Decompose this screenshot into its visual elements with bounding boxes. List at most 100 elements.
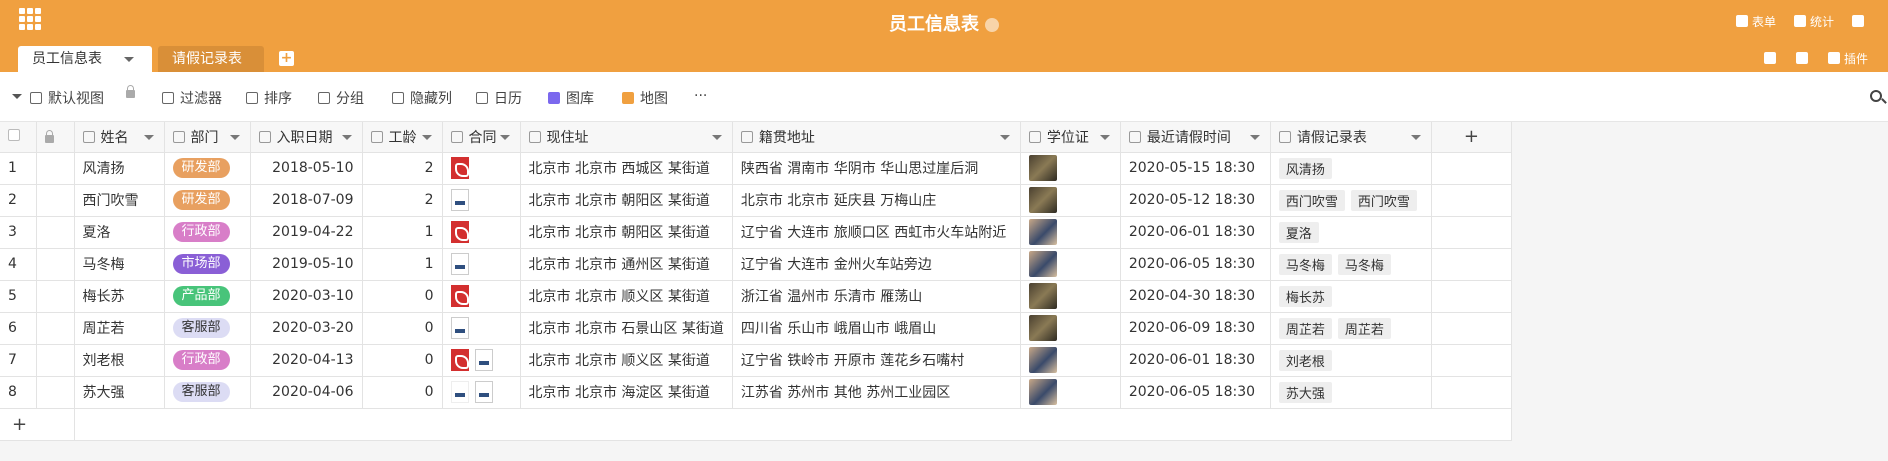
degree-cell[interactable] xyxy=(1020,376,1121,409)
address-cell[interactable]: 北京市 北京市 海淀区 某街道 xyxy=(520,376,733,409)
degree-cell[interactable] xyxy=(1020,312,1121,345)
chevron-down-icon[interactable] xyxy=(999,135,1010,140)
linked-record-chip[interactable]: 西门吹雪 xyxy=(1350,189,1417,211)
chevron-down-icon[interactable] xyxy=(229,135,240,140)
linked-record-chip[interactable]: 周芷若 xyxy=(1337,317,1391,339)
dept-cell[interactable]: 行政部 xyxy=(164,216,251,249)
sort-button[interactable]: 排序 xyxy=(246,88,292,108)
doc-file-icon[interactable] xyxy=(450,253,469,275)
origin-cell[interactable]: 北京市 北京市 延庆县 万梅山庄 xyxy=(732,184,1021,217)
degree-image-thumbnail[interactable] xyxy=(1028,251,1057,277)
leave-time-cell[interactable]: 2020-06-09 18:30 xyxy=(1120,312,1271,345)
leave-time-cell[interactable]: 2020-04-30 18:30 xyxy=(1120,280,1271,313)
chevron-down-icon[interactable] xyxy=(341,135,352,140)
table-row[interactable]: 7 刘老根 行政部 2020-04-13 0 北京市 北京市 顺义区 某街道 辽宁省 铁岭市… xyxy=(0,344,1512,377)
more-button[interactable]: ··· xyxy=(694,88,707,104)
select-all-checkbox[interactable] xyxy=(8,128,20,141)
leave-time-cell[interactable]: 2020-06-05 18:30 xyxy=(1120,376,1271,409)
address-cell[interactable]: 北京市 北京市 西城区 某街道 xyxy=(520,152,733,185)
linked-record-chip[interactable]: 风清扬 xyxy=(1278,157,1332,179)
contract-cell[interactable] xyxy=(442,280,521,313)
row-number-cell[interactable]: 5 xyxy=(0,280,37,313)
leave-records-cell[interactable]: 夏洛 xyxy=(1270,216,1432,249)
doc-file-icon[interactable] xyxy=(450,317,469,339)
degree-cell[interactable] xyxy=(1020,184,1121,217)
chevron-down-icon[interactable] xyxy=(1099,135,1110,140)
leave-time-cell[interactable]: 2020-06-01 18:30 xyxy=(1120,344,1271,377)
join-date-cell[interactable]: 2020-03-20 xyxy=(250,312,363,345)
join-date-cell[interactable]: 2020-04-06 xyxy=(250,376,363,409)
dept-cell[interactable]: 客服部 xyxy=(164,376,251,409)
leave-records-cell[interactable]: 西门吹雪 西门吹雪 xyxy=(1270,184,1432,217)
leave-time-cell[interactable]: 2020-05-12 18:30 xyxy=(1120,184,1271,217)
name-cell[interactable]: 马冬梅 xyxy=(74,248,165,281)
name-cell[interactable]: 梅长苏 xyxy=(74,280,165,313)
search-icon[interactable] xyxy=(1870,90,1882,102)
hide-columns-button[interactable]: 隐藏列 xyxy=(392,88,452,108)
origin-cell[interactable]: 辽宁省 铁岭市 开原市 莲花乡石嘴村 xyxy=(732,344,1021,377)
address-cell[interactable]: 北京市 北京市 顺义区 某街道 xyxy=(520,344,733,377)
leave-records-cell[interactable]: 马冬梅 马冬梅 xyxy=(1270,248,1432,281)
col-header-years[interactable]: 工龄 xyxy=(362,122,443,153)
dept-cell[interactable]: 研发部 xyxy=(164,184,251,217)
join-date-cell[interactable]: 2018-07-09 xyxy=(250,184,363,217)
filter-button[interactable]: 过滤器 xyxy=(162,88,222,108)
join-date-cell[interactable]: 2020-03-10 xyxy=(250,280,363,313)
leave-records-cell[interactable]: 刘老根 xyxy=(1270,344,1432,377)
chevron-down-icon[interactable] xyxy=(1410,135,1421,140)
linked-record-chip[interactable]: 马冬梅 xyxy=(1278,253,1332,275)
join-date-cell[interactable]: 2019-04-22 xyxy=(250,216,363,249)
table-row[interactable]: 3 夏洛 行政部 2019-04-22 1 北京市 北京市 朝阳区 某街道 辽宁省 大连市 … xyxy=(0,216,1512,249)
degree-cell[interactable] xyxy=(1020,248,1121,281)
doc-file-icon[interactable] xyxy=(450,189,469,211)
degree-image-thumbnail[interactable] xyxy=(1028,155,1057,181)
degree-cell[interactable] xyxy=(1020,344,1121,377)
degree-image-thumbnail[interactable] xyxy=(1028,379,1057,405)
leave-time-cell[interactable]: 2020-05-15 18:30 xyxy=(1120,152,1271,185)
contract-cell[interactable] xyxy=(442,344,521,377)
map-view-button[interactable]: 地图 xyxy=(622,88,668,108)
add-table-button[interactable]: + xyxy=(279,51,294,66)
tab-employee-info[interactable]: 员工信息表 xyxy=(18,46,152,72)
notifications-button[interactable] xyxy=(1852,14,1868,29)
chevron-down-icon[interactable] xyxy=(12,94,22,99)
leave-records-cell[interactable]: 周芷若 周芷若 xyxy=(1270,312,1432,345)
dept-cell[interactable]: 市场部 xyxy=(164,248,251,281)
pdf-file-icon[interactable] xyxy=(450,285,469,307)
row-number-cell[interactable]: 4 xyxy=(0,248,37,281)
add-row-button[interactable]: + xyxy=(0,408,75,441)
doc-file-icon[interactable] xyxy=(474,349,493,371)
table-row[interactable]: 5 梅长苏 产品部 2020-03-10 0 北京市 北京市 顺义区 某街道 浙江省 温州市… xyxy=(0,280,1512,313)
years-cell[interactable]: 0 xyxy=(362,344,443,377)
years-cell[interactable]: 0 xyxy=(362,312,443,345)
linked-record-chip[interactable]: 马冬梅 xyxy=(1337,253,1391,275)
pdf-file-icon[interactable] xyxy=(450,221,469,243)
col-header-dept[interactable]: 部门 xyxy=(164,122,251,153)
col-header-origin[interactable]: 籍贯地址 xyxy=(732,122,1021,153)
leave-records-cell[interactable]: 梅长苏 xyxy=(1270,280,1432,313)
name-cell[interactable]: 刘老根 xyxy=(74,344,165,377)
chevron-down-icon[interactable] xyxy=(499,135,510,140)
name-cell[interactable]: 苏大强 xyxy=(74,376,165,409)
join-date-cell[interactable]: 2020-04-13 xyxy=(250,344,363,377)
leave-records-cell[interactable]: 苏大强 xyxy=(1270,376,1432,409)
pdf-file-icon[interactable] xyxy=(450,349,469,371)
leave-records-cell[interactable]: 风清扬 xyxy=(1270,152,1432,185)
years-cell[interactable]: 0 xyxy=(362,280,443,313)
table-row[interactable]: 2 西门吹雪 研发部 2018-07-09 2 北京市 北京市 朝阳区 某街道 北京市 北京… xyxy=(0,184,1512,217)
contract-cell[interactable] xyxy=(442,312,521,345)
years-cell[interactable]: 0 xyxy=(362,376,443,409)
row-number-cell[interactable]: 1 xyxy=(0,152,37,185)
linked-record-chip[interactable]: 苏大强 xyxy=(1278,381,1332,403)
leave-time-cell[interactable]: 2020-06-05 18:30 xyxy=(1120,248,1271,281)
linked-record-chip[interactable]: 夏洛 xyxy=(1278,221,1319,243)
row-number-cell[interactable]: 3 xyxy=(0,216,37,249)
address-cell[interactable]: 北京市 北京市 朝阳区 某街道 xyxy=(520,184,733,217)
years-cell[interactable]: 1 xyxy=(362,248,443,281)
degree-cell[interactable] xyxy=(1020,280,1121,313)
info-icon[interactable] xyxy=(985,18,999,32)
years-cell[interactable]: 2 xyxy=(362,184,443,217)
group-button[interactable]: 分组 xyxy=(318,88,364,108)
tab-leave-records[interactable]: 请假记录表 xyxy=(158,46,264,72)
origin-cell[interactable]: 四川省 乐山市 峨眉山市 峨眉山 xyxy=(732,312,1021,345)
